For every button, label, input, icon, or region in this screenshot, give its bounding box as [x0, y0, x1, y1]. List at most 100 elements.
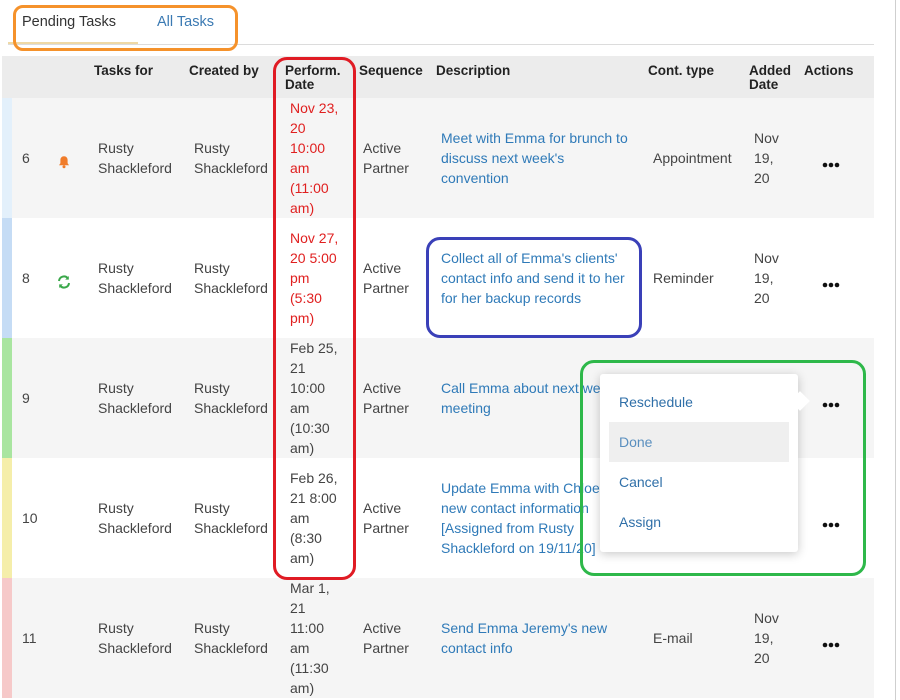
cell-description-link-line[interactable]: contact info: [441, 640, 513, 656]
cell-perform-date-line: am): [290, 550, 315, 566]
cell-created-by: Rusty Shackleford: [194, 138, 268, 178]
cell-sequence-line: Active: [363, 620, 402, 636]
menu-item-assign[interactable]: Assign: [609, 502, 789, 542]
cell-created-by-line: Rusty: [194, 380, 230, 396]
cell-perform-date-line: 20: [290, 120, 306, 136]
cell-perform-date-line: Feb 26,: [290, 470, 338, 486]
cell-description-link[interactable]: Collect all of Emma's clients' contact in…: [441, 248, 625, 308]
cell-perform-date-line: 21: [290, 600, 306, 616]
cell-tasks-for-line: Rusty: [98, 260, 134, 276]
header-created-by: Created by: [189, 63, 259, 78]
cell-tasks-for-line: Rusty: [98, 380, 134, 396]
cell-added-date: Nov 19, 20: [754, 608, 779, 668]
cell-tasks-for: Rusty Shackleford: [98, 618, 172, 658]
cell-perform-date-line: 20 5:00: [290, 250, 337, 266]
menu-item-reschedule[interactable]: Reschedule: [609, 382, 789, 422]
cell-description-link-line[interactable]: convention: [441, 170, 509, 186]
header-added-date-line1: Added: [749, 63, 791, 78]
header-cont-type: Cont. type: [648, 63, 714, 78]
more-actions-icon[interactable]: [819, 156, 843, 172]
cell-description-link[interactable]: Call Emma about next we meeting: [441, 378, 601, 418]
cell-description-link-line[interactable]: Send Emma Jeremy's new: [441, 620, 607, 636]
more-actions-icon[interactable]: [819, 516, 843, 532]
row-color-stripe: [2, 578, 12, 698]
cell-perform-date-line: pm: [290, 270, 310, 286]
cell-description-link-line[interactable]: Call Emma about next we: [441, 380, 601, 396]
cell-perform-date-line: Nov 23,: [290, 100, 339, 116]
cell-created-by-line: Shackleford: [194, 640, 268, 656]
cell-description-link-line[interactable]: contact info and send it to her: [441, 270, 625, 286]
cell-perform-date: Nov 27, 20 5:00 pm (5:30 pm): [290, 228, 338, 328]
table-row: 11 Rusty Shackleford Rusty Shackleford Mar 1,…: [2, 578, 874, 698]
cell-perform-date-line: (11:00: [290, 180, 329, 196]
cell-added-date-line: Nov: [754, 610, 779, 626]
tabs-divider: [8, 44, 874, 45]
cell-added-date-line: 20: [754, 170, 770, 186]
cell-description-link[interactable]: Send Emma Jeremy's new contact info: [441, 618, 607, 658]
menu-item-done[interactable]: Done: [609, 422, 789, 462]
cell-added-date-line: 20: [754, 650, 770, 666]
cell-added-date-line: 19,: [754, 270, 774, 286]
cell-created-by-line: Rusty: [194, 500, 230, 516]
cell-description-link-line[interactable]: Shackleford on 19/11/20]: [441, 540, 596, 556]
cell-sequence: Active Partner: [363, 618, 409, 658]
cell-created-by-line: Rusty: [194, 260, 230, 276]
cell-description-link-line[interactable]: meeting: [441, 400, 491, 416]
table-row: 6 Rusty Shackleford Rusty Shackleford Nov 23,…: [2, 98, 874, 218]
cell-sequence-line: Active: [363, 140, 402, 156]
cell-added-date-line: 19,: [754, 630, 774, 646]
more-actions-icon[interactable]: [819, 276, 843, 292]
cell-created-by-line: Shackleford: [194, 280, 268, 296]
cell-added-date-line: Nov: [754, 250, 779, 266]
cell-sequence-line: Active: [363, 380, 402, 396]
cell-description-link-line[interactable]: Update Emma with Chloe: [441, 480, 600, 496]
header-added-date-line2: Date: [749, 77, 779, 92]
tab-all-tasks[interactable]: All Tasks: [157, 14, 214, 30]
cell-added-date-line: 19,: [754, 150, 774, 166]
cell-perform-date-line: am: [290, 400, 310, 416]
actions-dropdown-menu: Reschedule Done Cancel Assign: [600, 374, 810, 552]
cell-sequence-line: Partner: [363, 640, 409, 656]
cell-perform-date-line: 21 8:00: [290, 490, 337, 506]
cell-tasks-for-line: Rusty: [98, 140, 134, 156]
cell-description-link[interactable]: Update Emma with Chloe new contact inform…: [441, 478, 600, 558]
cell-description-link-line[interactable]: [Assigned from Rusty: [441, 520, 574, 536]
cell-tasks-for: Rusty Shackleford: [98, 378, 172, 418]
header-perform-date: Perform. Date: [285, 64, 341, 92]
cell-description-link[interactable]: Meet with Emma for brunch to discuss next…: [441, 128, 628, 188]
table-header: Tasks for Created by Perform. Date Seque…: [2, 56, 874, 98]
header-tasks-for: Tasks for: [94, 63, 154, 78]
cell-perform-date-line: Feb 25,: [290, 340, 338, 356]
cell-description-link-line[interactable]: Meet with Emma for brunch to: [441, 130, 628, 146]
cell-perform-date-line: pm): [290, 310, 315, 326]
cell-tasks-for-line: Shackleford: [98, 280, 172, 296]
row-id: 9: [22, 390, 30, 406]
cell-perform-date-line: am: [290, 160, 310, 176]
tab-pending-tasks[interactable]: Pending Tasks: [22, 14, 116, 30]
cell-perform-date-line: 10:00: [290, 140, 326, 156]
cell-sequence: Active Partner: [363, 498, 409, 538]
row-id: 6: [22, 150, 30, 166]
cell-description-link-line[interactable]: Collect all of Emma's clients': [441, 250, 618, 266]
cell-description-link-line[interactable]: new contact information: [441, 500, 589, 516]
cell-added-date-line: 20: [754, 290, 770, 306]
cell-created-by-line: Shackleford: [194, 520, 268, 536]
header-sequence: Sequence: [359, 63, 423, 78]
header-perform-date-line2: Date: [285, 77, 315, 92]
cell-created-by: Rusty Shackleford: [194, 498, 268, 538]
menu-item-cancel[interactable]: Cancel: [609, 462, 789, 502]
more-actions-icon[interactable]: [819, 396, 843, 412]
cell-created-by: Rusty Shackleford: [194, 618, 268, 658]
cell-sequence-line: Partner: [363, 520, 409, 536]
cell-perform-date-line: Nov 27,: [290, 230, 339, 246]
cell-created-by: Rusty Shackleford: [194, 378, 268, 418]
cell-description-link-line[interactable]: for her backup records: [441, 290, 581, 306]
cell-created-by: Rusty Shackleford: [194, 258, 268, 298]
more-actions-icon[interactable]: [819, 636, 843, 652]
recurring-icon: [56, 274, 72, 290]
cell-perform-date-line: (10:30: [290, 420, 330, 436]
cell-description-link-line[interactable]: discuss next week's: [441, 150, 564, 166]
cell-sequence: Active Partner: [363, 138, 409, 178]
bell-icon: [56, 154, 72, 170]
cell-tasks-for: Rusty Shackleford: [98, 258, 172, 298]
